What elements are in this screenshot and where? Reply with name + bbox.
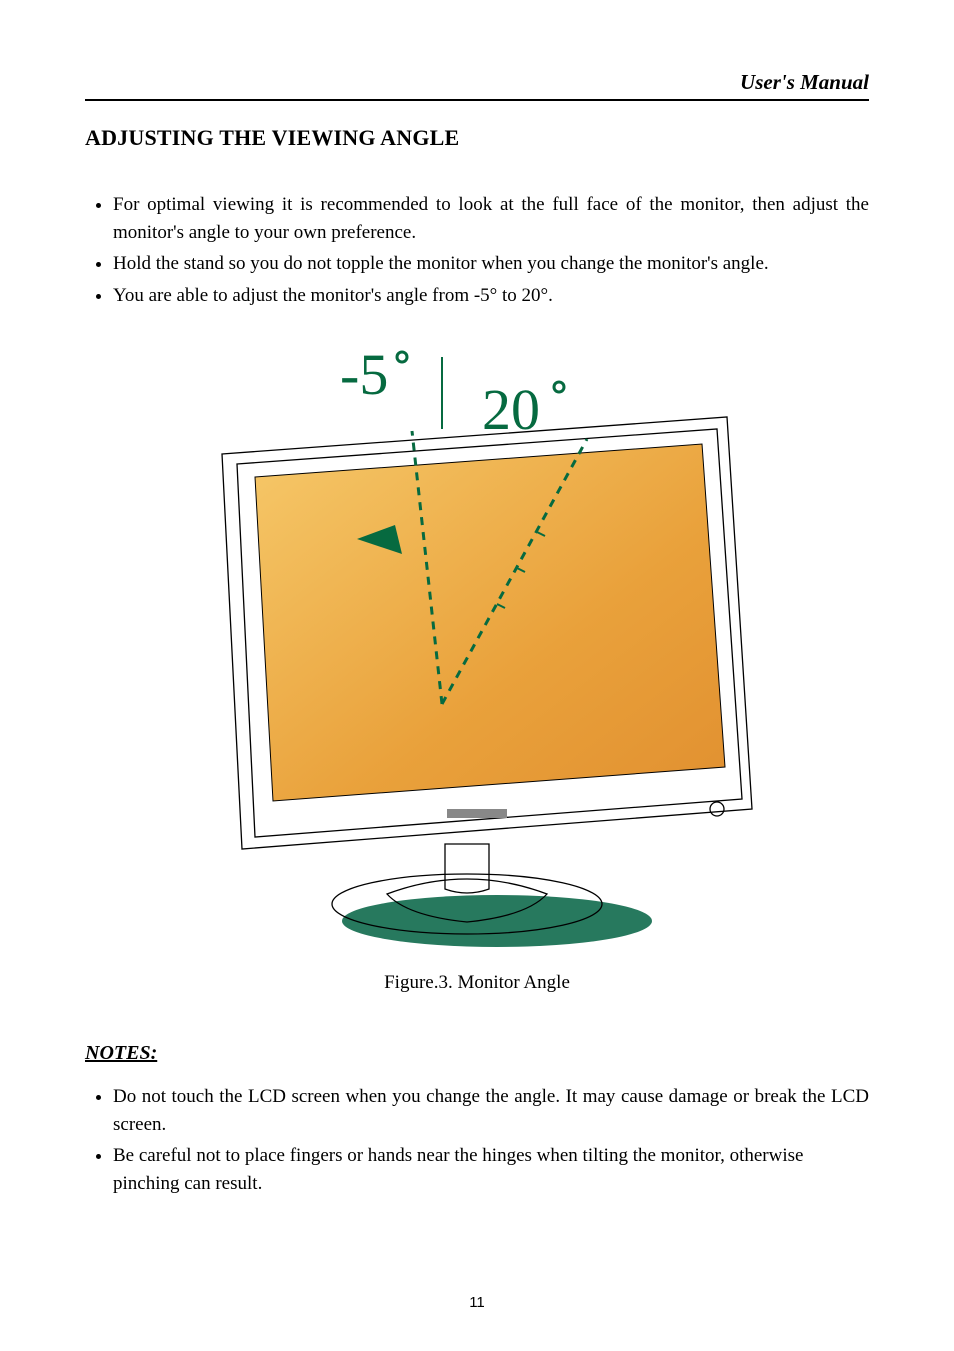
list-item: Hold the stand so you do not topple the … — [113, 250, 869, 278]
header-rule — [85, 99, 869, 101]
list-item: Do not touch the LCD screen when you cha… — [113, 1083, 869, 1138]
brand-badge — [447, 809, 507, 818]
angle-neg-label: -5 — [340, 342, 388, 407]
notes-heading: NOTES: — [85, 1042, 869, 1065]
figure-container: -5 20 Figure.3. Monitor Angle — [85, 339, 869, 994]
stand-shadow — [342, 895, 652, 947]
page-number: 11 — [0, 1294, 954, 1311]
degree-icon — [554, 382, 564, 392]
power-button-icon — [710, 802, 724, 816]
notes-list: Do not touch the LCD screen when you cha… — [85, 1083, 869, 1197]
list-item: Be careful not to place fingers or hands… — [113, 1142, 869, 1197]
stand-neck — [445, 844, 489, 893]
caption-prefix: Figure.3. — [384, 972, 453, 993]
monitor-screen — [255, 444, 725, 801]
instruction-list: For optimal viewing it is recommended to… — [85, 191, 869, 309]
header-right-title: User's Manual — [85, 70, 869, 95]
list-item: You are able to adjust the monitor's ang… — [113, 282, 869, 310]
monitor-angle-illustration: -5 20 — [197, 339, 757, 959]
angle-pos-label: 20 — [482, 377, 540, 442]
degree-icon — [397, 352, 407, 362]
caption-text: Monitor Angle — [457, 972, 569, 993]
list-item: For optimal viewing it is recommended to… — [113, 191, 869, 246]
figure-caption: Figure.3. Monitor Angle — [85, 972, 869, 994]
section-heading: ADJUSTING THE VIEWING ANGLE — [85, 125, 869, 151]
